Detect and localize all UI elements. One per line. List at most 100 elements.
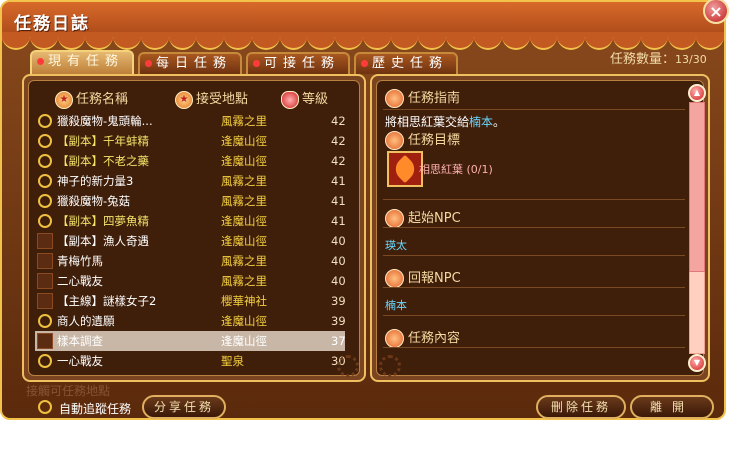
star-icon: ★ xyxy=(55,90,73,109)
quest-level: 41 xyxy=(331,194,346,208)
share-quest-button[interactable]: 分享任務 xyxy=(142,395,226,419)
quest-log-window: 任務日誌 任務數量：13/30 現有任務 每日任務 可接任務 歷史任務 ★ 任務名… xyxy=(0,0,726,420)
tab-current-quests[interactable]: 現有任務 xyxy=(30,50,134,76)
quest-row[interactable]: 【主線】謎樣女子2 櫻華神社 39 xyxy=(35,291,346,311)
auto-track-checkbox[interactable] xyxy=(38,400,52,414)
quest-row[interactable]: 神子的新力量3 風霧之里 41 xyxy=(35,171,346,191)
header-name: ★ 任務名稱 xyxy=(55,88,128,109)
start-npc-name[interactable]: 瑛太 xyxy=(385,237,407,253)
quest-level: 40 xyxy=(331,234,346,248)
quest-level: 42 xyxy=(331,134,346,148)
header-level-label: 等級 xyxy=(302,92,329,107)
quest-name: 【副本】不老之藥 xyxy=(57,154,149,168)
track-circle-icon[interactable] xyxy=(38,174,52,188)
quest-row[interactable]: 【副本】不老之藥 逢魔山徑 42 xyxy=(35,151,346,171)
guide-scrollbar[interactable]: ▲ ▼ xyxy=(688,84,706,374)
tab-history-quests[interactable]: 歷史任務 xyxy=(354,52,458,74)
scallop-trim xyxy=(279,32,308,50)
track-circle-icon[interactable] xyxy=(38,214,52,228)
quest-row[interactable]: 【副本】漁人奇遇 逢魔山徑 40 xyxy=(35,231,346,251)
scallop-trim xyxy=(529,32,558,50)
return-npc-heading: 回報NPC xyxy=(385,267,461,288)
quest-level: 42 xyxy=(331,154,346,168)
scallop-trim xyxy=(335,32,363,50)
quest-row[interactable]: 樣本調查 逢魔山徑 37 xyxy=(35,331,346,351)
tab-available-quests[interactable]: 可接任務 xyxy=(246,52,350,74)
header-name-label: 任務名稱 xyxy=(76,92,129,107)
divider xyxy=(383,315,685,316)
quest-location: 聖泉 xyxy=(221,354,244,368)
close-button[interactable]: 離開 xyxy=(630,395,714,419)
guide-icon xyxy=(385,89,404,108)
divider xyxy=(383,199,685,200)
tab-label: 現有任務 xyxy=(48,54,125,69)
scallop-trim xyxy=(307,32,336,50)
quest-name: 獵殺魔物-兔菇 xyxy=(57,194,131,208)
quest-row[interactable]: 【副本】四夢魚精 逢魔山徑 41 xyxy=(35,211,346,231)
scroll-thumb[interactable] xyxy=(689,102,705,272)
quest-count-label: 任務數量： xyxy=(610,52,676,67)
tab-dot-icon xyxy=(361,60,368,67)
objective-heading: 任務目標 xyxy=(385,129,460,150)
reward-item-slot[interactable] xyxy=(387,151,423,187)
quest-name: 神子的新力量3 xyxy=(57,174,134,188)
tab-label: 可接任務 xyxy=(264,56,341,71)
scallop-trim xyxy=(2,32,30,50)
track-circle-icon[interactable] xyxy=(38,154,52,168)
quest-row[interactable]: 商人的遺願 逢魔山徑 39 xyxy=(35,311,346,331)
untracked-box-icon[interactable] xyxy=(37,333,53,349)
quest-name: 獵殺魔物-鬼頭輪... xyxy=(57,114,153,128)
tab-dot-icon xyxy=(253,60,260,67)
scallop-trim xyxy=(390,32,419,50)
scallop-trim xyxy=(224,32,252,50)
scallop-trim xyxy=(196,32,225,50)
summary-npc-link[interactable]: 楠本 xyxy=(469,115,493,129)
quest-level: 39 xyxy=(331,294,346,308)
untracked-box-icon[interactable] xyxy=(37,233,53,249)
quest-row[interactable]: 青梅竹馬 風霧之里 40 xyxy=(35,251,346,271)
divider xyxy=(383,227,685,228)
quest-level: 39 xyxy=(331,314,346,328)
quest-list-inner: ★ 任務名稱 ★ 接受地點 等級 獵殺魔物-鬼頭輪... 風霧之里 42 【副本】千年蚌精… xyxy=(28,80,360,377)
quest-name: 商人的遺願 xyxy=(57,314,115,328)
npc-icon xyxy=(385,209,404,228)
scallop-trim xyxy=(113,32,141,50)
quest-row[interactable]: 一心戰友 聖泉 30 xyxy=(35,351,346,371)
untracked-box-icon[interactable] xyxy=(37,273,53,289)
divider xyxy=(383,347,685,348)
return-npc-label: 回報NPC xyxy=(408,271,461,286)
scroll-up-button[interactable]: ▲ xyxy=(688,84,706,102)
scallop-trim xyxy=(251,32,280,50)
quest-location: 逢魔山徑 xyxy=(221,334,267,348)
divider xyxy=(383,287,685,288)
quest-row[interactable]: 獵殺魔物-鬼頭輪... 風霧之里 42 xyxy=(35,111,346,131)
header-level: 等級 xyxy=(281,88,328,109)
objective-item: 相思紅葉 (0/1) xyxy=(419,163,493,176)
scallop-trim xyxy=(140,32,169,50)
quest-name: 【主線】謎樣女子2 xyxy=(57,294,157,308)
untracked-box-icon[interactable] xyxy=(37,253,53,269)
return-npc-name[interactable]: 楠本 xyxy=(385,297,407,313)
summary-suffix: 。 xyxy=(493,115,506,129)
track-circle-icon[interactable] xyxy=(38,314,52,328)
delete-quest-button[interactable]: 刪除任務 xyxy=(536,395,626,419)
tab-label: 每日任務 xyxy=(156,56,233,71)
guide-summary: 將相思紅葉交給楠本。 xyxy=(385,113,505,130)
content-icon xyxy=(385,329,404,348)
quest-row[interactable]: 二心戰友 風霧之里 40 xyxy=(35,271,346,291)
quest-location: 風霧之里 xyxy=(221,114,267,128)
track-circle-icon[interactable] xyxy=(38,194,52,208)
track-circle-icon[interactable] xyxy=(38,354,52,368)
quest-level: 41 xyxy=(331,174,346,188)
track-circle-icon[interactable] xyxy=(38,134,52,148)
scroll-down-button[interactable]: ▼ xyxy=(688,354,706,372)
quest-row[interactable]: 獵殺魔物-兔菇 風霧之里 41 xyxy=(35,191,346,211)
track-circle-icon[interactable] xyxy=(38,114,52,128)
quest-location: 逢魔山徑 xyxy=(221,314,267,328)
guide-title: 任務指南 xyxy=(385,87,460,108)
gear-decoration-icon xyxy=(379,355,401,377)
tab-daily-quests[interactable]: 每日任務 xyxy=(138,52,242,74)
quest-list-panel: ★ 任務名稱 ★ 接受地點 等級 獵殺魔物-鬼頭輪... 風霧之里 42 【副本】千年蚌精… xyxy=(22,74,366,382)
untracked-box-icon[interactable] xyxy=(37,293,53,309)
quest-row[interactable]: 【副本】千年蚌精 逢魔山徑 42 xyxy=(35,131,346,151)
